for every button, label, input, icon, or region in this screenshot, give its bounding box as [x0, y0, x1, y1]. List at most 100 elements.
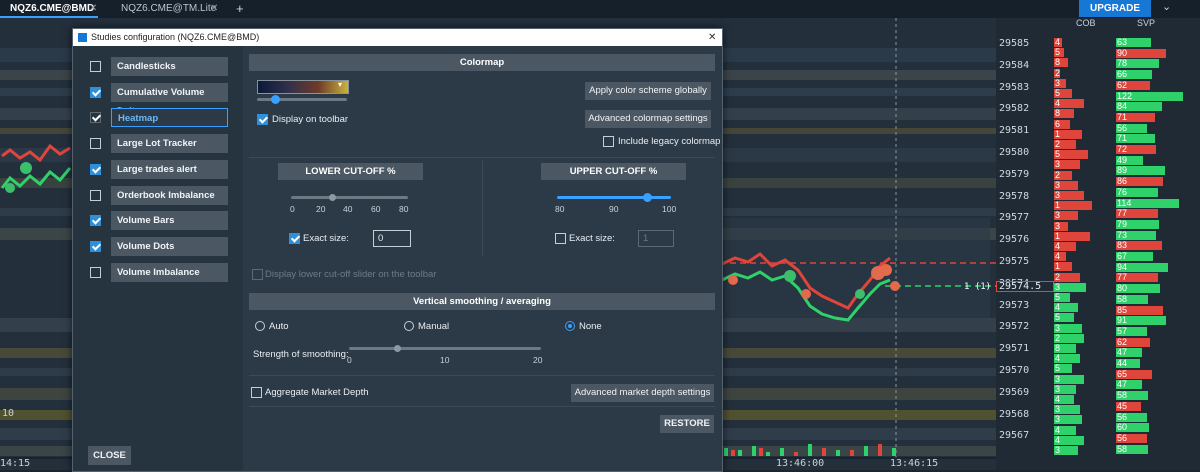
study-checkbox[interactable] — [90, 189, 101, 201]
study-button[interactable]: Cumulative Volume Delta — [111, 82, 228, 117]
advanced-colormap-button[interactable]: Advanced colormap settings — [585, 110, 711, 128]
price-level[interactable]: 29569 — [999, 387, 1029, 398]
add-tab-icon[interactable]: + — [236, 0, 244, 18]
svp-value: 62 — [1117, 336, 1128, 347]
upper-cutoff-knob[interactable] — [643, 193, 652, 202]
study-button[interactable]: Large Lot Tracker — [111, 134, 228, 154]
study-button[interactable]: Candlesticks — [111, 57, 228, 76]
cob-value: 1 — [1055, 200, 1061, 211]
svp-value: 84 — [1117, 101, 1128, 112]
cob-value: 6 — [1055, 118, 1061, 129]
study-button[interactable]: Heatmap — [111, 108, 228, 128]
lower-cutoff-track[interactable] — [291, 196, 408, 199]
strength-slider-track[interactable] — [349, 347, 541, 350]
price-level[interactable]: 29568 — [999, 409, 1029, 420]
close-button[interactable]: CLOSE — [88, 446, 131, 465]
chevron-down-icon[interactable]: ⌄ — [1162, 0, 1171, 14]
lower-exact-size-input[interactable]: 0 — [373, 230, 411, 247]
aggregate-market-depth-checkbox[interactable] — [251, 387, 262, 398]
price-level[interactable]: 29581 — [999, 125, 1029, 136]
price-level[interactable]: 29577 — [999, 212, 1029, 223]
study-button[interactable]: Volume Dots — [111, 236, 228, 256]
apply-color-scheme-button[interactable]: Apply color scheme globally — [585, 82, 711, 100]
price-level[interactable]: 29582 — [999, 103, 1029, 114]
study-checkbox[interactable] — [90, 86, 101, 98]
study-row[interactable]: Orderbook Imbalance — [90, 185, 295, 207]
price-level[interactable]: 29585 — [999, 38, 1029, 49]
price-ladder[interactable]: COB SVP 29585 29584 29583 29582 29581 29580 29… — [996, 18, 1200, 470]
cob-value: 8 — [1055, 57, 1061, 68]
cob-value: 5 — [1055, 149, 1061, 160]
svp-value: 47 — [1117, 379, 1128, 390]
price-level[interactable]: 29567 — [999, 430, 1029, 441]
strength-label: Strength of smoothing: — [253, 349, 349, 360]
close-icon[interactable]: ✕ — [708, 29, 716, 46]
display-lower-slider-checkbox[interactable] — [252, 269, 263, 280]
price-level[interactable]: 29573 — [999, 300, 1029, 311]
colormap-slider-knob[interactable] — [271, 95, 280, 104]
study-checkbox[interactable] — [90, 240, 101, 252]
restore-button[interactable]: RESTORE — [660, 415, 714, 433]
study-row[interactable]: Volume Dots — [90, 236, 295, 258]
cob-header: COB — [1076, 18, 1096, 28]
current-price: 29574.5 — [999, 281, 1042, 292]
price-level[interactable]: 29575 — [999, 256, 1029, 267]
price-level[interactable]: 29571 — [999, 343, 1029, 354]
colormap-dropdown[interactable]: ▾ — [257, 80, 349, 94]
upper-exact-size-input[interactable]: 1 — [638, 230, 674, 247]
study-checkbox[interactable] — [90, 215, 101, 227]
price-level[interactable]: 29578 — [999, 191, 1029, 202]
price-level[interactable]: 29579 — [999, 169, 1029, 180]
advanced-market-depth-button[interactable]: Advanced market depth settings — [571, 384, 714, 402]
svp-value: 76 — [1117, 186, 1128, 197]
smoothing-manual-radio[interactable] — [404, 321, 414, 331]
divider — [482, 161, 483, 256]
price-level[interactable]: 29570 — [999, 365, 1029, 376]
tab-nqz6-bmd[interactable]: NQZ6.CME@BMD — [0, 0, 98, 18]
upgrade-button[interactable]: UPGRADE — [1079, 0, 1151, 17]
price-level[interactable]: 29584 — [999, 60, 1029, 71]
lower-cutoff-header: LOWER CUT-OFF % — [278, 163, 423, 180]
close-icon[interactable]: ✕ — [210, 0, 218, 18]
display-on-toolbar-checkbox[interactable] — [257, 114, 268, 125]
upper-cutoff-track[interactable] — [557, 196, 671, 199]
strength-slider-knob[interactable] — [394, 345, 401, 352]
lower-tick: 0 — [290, 204, 295, 214]
app-icon — [78, 33, 87, 42]
study-button[interactable]: Orderbook Imbalance — [111, 185, 228, 205]
study-row[interactable]: Large Lot Tracker — [90, 134, 295, 155]
studies-configuration-dialog: Studies configuration (NQZ6.CME@BMD) ✕ C… — [72, 28, 723, 472]
svp-value: 56 — [1117, 122, 1128, 133]
price-level[interactable]: 29576 — [999, 234, 1029, 245]
smoothing-none-radio[interactable] — [565, 321, 575, 331]
divider — [249, 157, 715, 158]
lower-exact-size-label: Exact size: — [303, 233, 349, 244]
svp-value: 91 — [1117, 315, 1128, 326]
cob-value: 2 — [1055, 169, 1061, 180]
price-level[interactable]: 29572 — [999, 321, 1029, 332]
price-level[interactable]: 29580 — [999, 147, 1029, 158]
cob-value: 1 — [1055, 230, 1061, 241]
cob-value: 3 — [1055, 190, 1061, 200]
study-checkbox[interactable] — [90, 266, 101, 278]
study-row[interactable]: Volume Bars — [90, 211, 295, 232]
study-checkbox[interactable] — [90, 138, 101, 150]
study-checkbox[interactable] — [90, 112, 101, 124]
study-checkbox[interactable] — [90, 163, 101, 175]
svp-value: 62 — [1117, 79, 1128, 90]
study-checkbox[interactable] — [90, 61, 101, 72]
svp-value: 58 — [1117, 293, 1128, 304]
lower-exact-size-checkbox[interactable] — [289, 233, 300, 244]
lower-cutoff-knob[interactable] — [329, 194, 336, 201]
tab-nqz6-tm-lite[interactable]: NQZ6.CME@TM.Lite — [111, 0, 221, 18]
study-button[interactable]: Volume Imbalance — [111, 262, 228, 282]
include-legacy-checkbox[interactable] — [603, 136, 614, 147]
svp-value: 58 — [1117, 390, 1128, 401]
price-level[interactable]: 29583 — [999, 82, 1029, 93]
smoothing-auto-radio[interactable] — [255, 321, 265, 331]
study-button[interactable]: Large trades alert — [111, 159, 228, 179]
upper-exact-size-checkbox[interactable] — [555, 233, 566, 244]
study-button[interactable]: Volume Bars — [111, 211, 228, 231]
close-icon[interactable]: ✕ — [89, 0, 97, 18]
study-row[interactable]: Large trades alert — [90, 159, 295, 181]
